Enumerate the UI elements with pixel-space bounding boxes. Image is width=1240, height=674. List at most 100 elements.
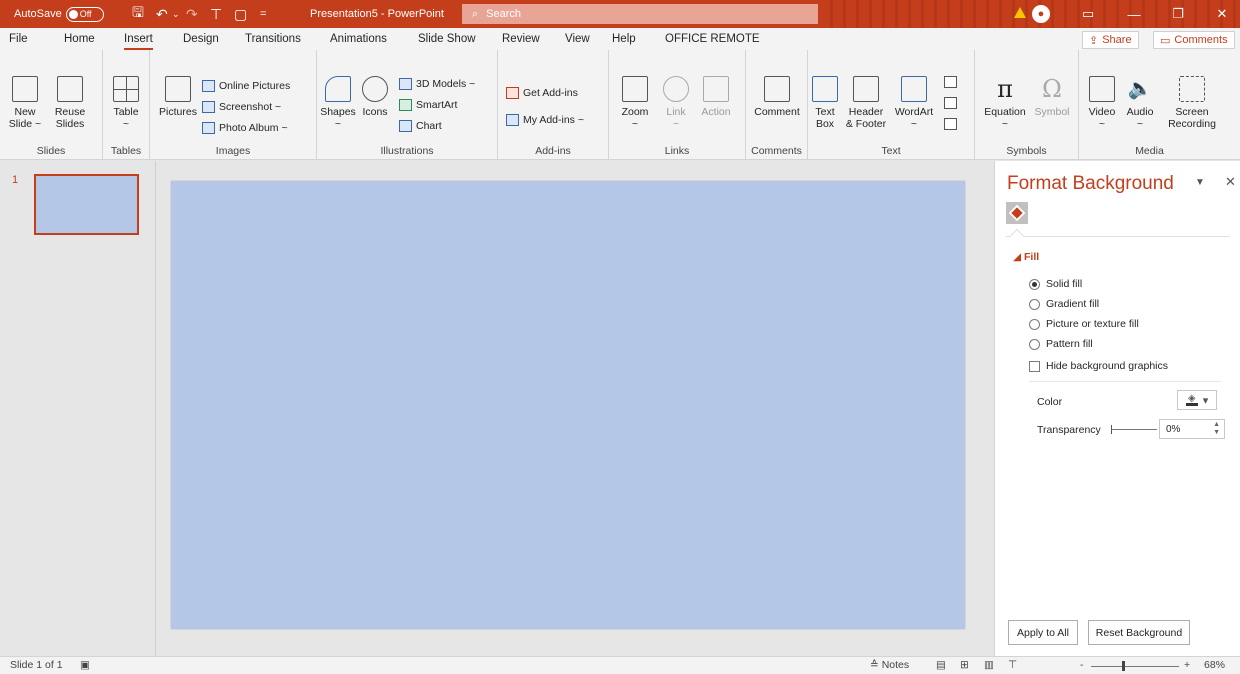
color-picker-button[interactable]: ◈ ▾ (1177, 390, 1217, 410)
video-icon (1089, 76, 1115, 102)
equation-button[interactable]: π Equation ~ (979, 76, 1031, 130)
tab-transitions[interactable]: Transitions (245, 28, 301, 50)
reset-background-button[interactable]: Reset Background (1088, 620, 1190, 645)
fill-category-icon[interactable] (1006, 202, 1028, 224)
link-button[interactable]: Link ~ (659, 76, 693, 130)
autosave-control[interactable]: AutoSave Off (14, 0, 104, 28)
video-button[interactable]: Video ~ (1085, 76, 1119, 130)
new-file-icon[interactable]: ▢ (234, 0, 247, 28)
zoom-level[interactable]: 68% (1204, 659, 1225, 671)
group-label-tables: Tables (110, 145, 142, 157)
table-button[interactable]: Table ~ (109, 76, 143, 130)
chart-button[interactable]: Chart (399, 120, 442, 132)
group-label-text: Text (881, 145, 901, 157)
reuse-slides-button[interactable]: Reuse Slides (50, 76, 90, 130)
pattern-fill-option[interactable]: Pattern fill (1029, 338, 1093, 350)
comment-button[interactable]: Comment (752, 76, 802, 118)
my-addins-button[interactable]: My Add-ins ~ (506, 114, 584, 126)
group-label-addins: Add-ins (535, 145, 571, 157)
icons-button[interactable]: Icons (359, 76, 391, 118)
zoom-button[interactable]: Zoom ~ (615, 76, 655, 130)
zoom-out-button[interactable]: - (1080, 659, 1084, 671)
gradient-fill-radio[interactable] (1029, 298, 1040, 310)
apply-to-all-button[interactable]: Apply to All (1008, 620, 1078, 645)
tab-help[interactable]: Help (612, 28, 636, 50)
tab-home[interactable]: Home (64, 28, 95, 50)
shapes-button[interactable]: Shapes ~ (319, 76, 357, 130)
solid-fill-radio[interactable] (1029, 278, 1040, 290)
tab-design[interactable]: Design (183, 28, 219, 50)
picture-fill-radio[interactable] (1029, 318, 1040, 330)
search-icon: ⌕ (472, 7, 479, 20)
symbol-button[interactable]: Ω Symbol (1031, 76, 1073, 118)
action-button[interactable]: Action (697, 76, 735, 118)
3d-models-button[interactable]: 3D Models ~ (399, 78, 475, 90)
date-time-button[interactable] (944, 76, 957, 88)
save-icon[interactable]: 🖫 (132, 0, 144, 28)
restore-button[interactable]: ❐ (1160, 0, 1196, 28)
tab-view[interactable]: View (565, 28, 590, 50)
new-slide-button[interactable]: New Slide ~ (8, 76, 42, 130)
redo-icon[interactable]: ↷ (186, 0, 198, 28)
minimize-button[interactable]: — (1116, 0, 1152, 28)
tab-review[interactable]: Review (502, 28, 540, 50)
pane-close-icon[interactable]: ✕ (1225, 174, 1236, 190)
pattern-fill-radio[interactable] (1029, 338, 1040, 350)
transparency-slider[interactable] (1111, 425, 1157, 434)
screenshot-button[interactable]: Screenshot ~ (202, 101, 281, 113)
screen-label: Screen (1175, 106, 1209, 118)
tab-office-remote[interactable]: OFFICE REMOTE (665, 28, 760, 50)
text-box-button[interactable]: Text Box (810, 76, 840, 130)
pane-options-dropdown-icon[interactable]: ▼ (1195, 177, 1205, 188)
undo-dropdown-icon[interactable]: ⌄ (172, 0, 180, 28)
tab-slide-show[interactable]: Slide Show (418, 28, 476, 50)
search-box[interactable]: ⌕ Search (462, 4, 818, 24)
ribbon-display-icon[interactable]: ▭ (1070, 0, 1106, 28)
notes-button[interactable]: ≙ Notes (870, 659, 909, 671)
slide-show-icon[interactable]: ⊤ (1008, 659, 1017, 671)
present-icon[interactable]: ⊤ (210, 0, 222, 28)
accessibility-icon[interactable]: ▣ (80, 659, 90, 671)
customize-toolbar-icon[interactable]: = (260, 0, 266, 28)
photo-album-button[interactable]: Photo Album ~ (202, 122, 288, 134)
undo-icon[interactable]: ↶ (156, 0, 168, 28)
zoom-slider-handle[interactable] (1122, 661, 1125, 671)
spinner-arrows-icon[interactable]: ▲ ▼ (1213, 421, 1220, 437)
zoom-in-button[interactable]: + (1184, 659, 1190, 671)
hide-background-graphics-checkbox[interactable] (1029, 360, 1040, 372)
table-label: Table (113, 106, 139, 118)
tab-animations[interactable]: Animations (330, 28, 387, 50)
smartart-button[interactable]: SmartArt (399, 99, 457, 111)
audio-button[interactable]: 🔈 Audio ~ (1123, 76, 1157, 130)
gradient-fill-option[interactable]: Gradient fill (1029, 298, 1099, 310)
object-button[interactable] (944, 118, 957, 130)
zoom-slider[interactable] (1091, 666, 1179, 667)
header-footer-button[interactable]: Header & Footer (842, 76, 890, 130)
picture-fill-option[interactable]: Picture or texture fill (1029, 318, 1139, 330)
slide-canvas[interactable] (171, 181, 965, 629)
comments-button[interactable]: ▭ Comments (1153, 31, 1235, 49)
tab-insert[interactable]: Insert (124, 28, 153, 50)
solid-fill-option[interactable]: Solid fill (1029, 278, 1082, 290)
fill-section-header[interactable]: ◢ Fill (1013, 251, 1039, 263)
online-pictures-button[interactable]: Online Pictures (202, 80, 290, 92)
table-icon (113, 76, 139, 102)
reading-view-icon[interactable]: ▥ (984, 659, 994, 671)
hide-background-graphics-option[interactable]: Hide background graphics (1029, 360, 1168, 372)
avatar[interactable]: ● (1032, 5, 1050, 23)
share-button[interactable]: ⇪ Share (1082, 31, 1139, 49)
pictures-button[interactable]: Pictures (156, 76, 200, 118)
transparency-input[interactable]: 0% ▲ ▼ (1159, 419, 1225, 439)
wordart-button[interactable]: WordArt ~ (894, 76, 934, 130)
zoom-icon (622, 76, 648, 102)
screen-recording-button[interactable]: Screen Recording (1165, 76, 1219, 130)
tab-file[interactable]: File (9, 28, 28, 50)
normal-view-icon[interactable]: ▤ (936, 659, 946, 671)
autosave-toggle[interactable]: Off (65, 6, 104, 22)
slide-thumbnail[interactable] (34, 174, 139, 235)
slide-sorter-icon[interactable]: ⊞ (960, 659, 969, 671)
slide-number-button[interactable] (944, 97, 957, 109)
warning-icon[interactable] (1014, 7, 1026, 18)
get-addins-button[interactable]: Get Add-ins (506, 87, 578, 99)
close-button[interactable]: ✕ (1204, 0, 1240, 28)
